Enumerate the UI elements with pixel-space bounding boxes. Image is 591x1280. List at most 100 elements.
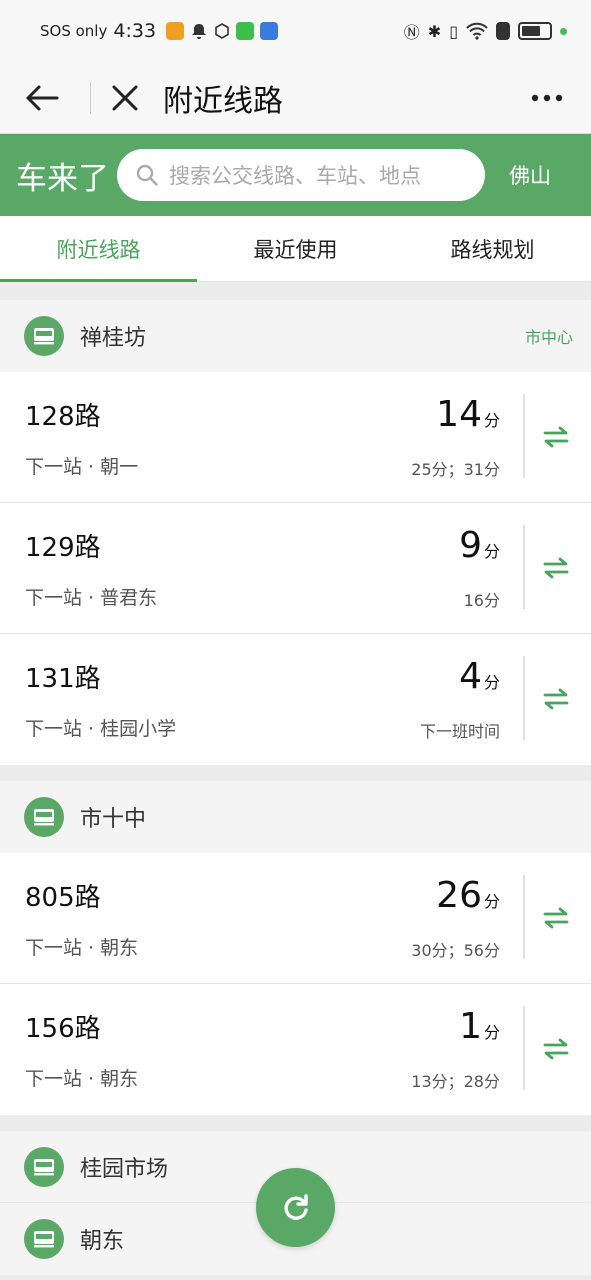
eta-unit: 分 [483, 673, 500, 692]
route-divider [523, 875, 525, 959]
switch-direction-button[interactable] [541, 422, 571, 452]
page-title: 附近线路 [163, 83, 283, 119]
route-row[interactable]: 805路 下一站 · 朝东 26 分 30分；56分 [0, 853, 591, 984]
route-row[interactable]: 156路 下一站 · 朝东 1 分 13分；28分 [0, 984, 591, 1115]
bird-app-icon [260, 22, 279, 40]
route-following-eta: 16分 [463, 591, 500, 610]
bus-stop-icon [24, 1146, 64, 1187]
vibrate-icon: ▯ [449, 21, 458, 41]
city-selector[interactable]: 佛山 [509, 160, 551, 190]
search-icon [136, 164, 158, 186]
eta-value: 4 [459, 656, 482, 697]
route-next-stop: 下一站 · 普君东 [25, 587, 158, 609]
battery-icon [518, 22, 552, 40]
back-button[interactable] [22, 78, 62, 118]
stop-name: 朝东 [80, 1229, 125, 1254]
active-dot-icon [560, 27, 567, 35]
route-next-stop: 下一站 · 桂园小学 [25, 718, 177, 740]
route-next-stop: 下一站 · 朝东 [25, 937, 139, 959]
route-next-stop: 下一站 · 朝东 [25, 1068, 139, 1090]
route-name: 156路 [25, 1014, 101, 1044]
refresh-icon [284, 1193, 308, 1220]
route-divider [523, 394, 525, 478]
route-next-stop: 下一站 · 朝一 [25, 456, 139, 478]
route-following-eta: 30分；56分 [411, 941, 500, 960]
route-eta: 14 分 [436, 394, 500, 435]
tab-bar: 附近线路 最近使用 路线规划 [0, 216, 591, 282]
route-following-eta: 下一班时间 [419, 722, 500, 741]
eta-value: 9 [459, 525, 482, 566]
eta-value: 14 [436, 394, 482, 435]
swap-arrows-icon [543, 1038, 569, 1060]
route-divider [523, 656, 525, 740]
tab-recent[interactable]: 最近使用 [197, 216, 394, 281]
route-name: 128路 [25, 402, 101, 432]
nfc-icon: Ⓝ [403, 23, 420, 42]
stop-area-tag: 市中心 [524, 328, 573, 347]
route-eta: 4 分 [459, 656, 500, 697]
switch-direction-button[interactable] [541, 553, 571, 583]
swap-arrows-icon [543, 907, 569, 929]
switch-direction-button[interactable] [541, 684, 571, 714]
route-eta: 26 分 [436, 875, 500, 916]
more-dots-icon [531, 94, 563, 101]
swap-arrows-icon [543, 426, 569, 448]
stop-name: 桂园市场 [80, 1156, 169, 1182]
section-gap [0, 765, 591, 781]
route-row[interactable]: 129路 下一站 · 普君东 9 分 16分 [0, 503, 591, 634]
wallet-notification-icon [166, 22, 185, 40]
route-eta: 9 分 [459, 525, 500, 566]
stop-header[interactable]: 市十中 [0, 781, 591, 853]
eta-unit: 分 [483, 1023, 500, 1042]
route-name: 805路 [25, 883, 101, 913]
route-name: 129路 [25, 533, 101, 563]
search-input[interactable]: 搜索公交线路、车站、地点 [117, 149, 485, 201]
stop-header[interactable]: 禅桂坊 市中心 [0, 300, 591, 372]
arrow-left-icon [26, 85, 59, 110]
status-time: 4:33 [113, 20, 157, 42]
wifi-icon [466, 22, 488, 40]
eta-unit: 分 [483, 892, 500, 911]
bluetooth-icon: ✱ [427, 21, 442, 41]
stop-list: 禅桂坊 市中心 128路 下一站 · 朝一 14 分 25分；31分 129路 … [0, 300, 591, 1275]
close-icon [112, 85, 138, 110]
stop-name: 市十中 [80, 807, 147, 832]
nav-bar: 附近线路 [0, 62, 591, 134]
bus-stop-icon [24, 1219, 64, 1259]
switch-direction-button[interactable] [541, 903, 571, 933]
bus-stop-icon [24, 316, 64, 356]
bus-stop-icon [24, 797, 64, 837]
eta-unit: 分 [483, 411, 500, 430]
cube-icon [215, 23, 229, 39]
route-following-eta: 25分；31分 [411, 460, 500, 479]
search-placeholder: 搜索公交线路、车站、地点 [169, 164, 421, 188]
route-following-eta: 13分；28分 [411, 1072, 500, 1091]
chat-app-icon [236, 22, 255, 40]
route-eta: 1 分 [459, 1006, 500, 1047]
alert-icon [496, 22, 510, 40]
bell-icon [192, 24, 207, 39]
switch-direction-button[interactable] [541, 1034, 571, 1064]
brand-logo: 车来了 [16, 160, 109, 197]
eta-value: 26 [436, 875, 482, 916]
swap-arrows-icon [543, 557, 569, 579]
sos-text: SOS only [40, 22, 108, 40]
more-button[interactable] [527, 78, 567, 118]
tab-route-planning[interactable]: 路线规划 [394, 216, 591, 281]
tab-nearby-routes[interactable]: 附近线路 [0, 216, 197, 282]
stop-name: 禅桂坊 [80, 326, 147, 351]
route-divider [523, 1006, 525, 1090]
route-row[interactable]: 131路 下一站 · 桂园小学 4 分 下一班时间 [0, 634, 591, 765]
section-gap [0, 1115, 591, 1131]
eta-value: 1 [459, 1006, 482, 1047]
refresh-button[interactable] [256, 1168, 335, 1247]
status-bar: SOS only 4:33 Ⓝ ✱ ▯ [0, 0, 591, 62]
route-divider [523, 525, 525, 609]
swap-arrows-icon [543, 688, 569, 710]
route-name: 131路 [25, 664, 101, 694]
search-header: 车来了 搜索公交线路、车站、地点 佛山 [0, 134, 591, 216]
close-button[interactable] [105, 78, 145, 118]
eta-unit: 分 [483, 542, 500, 561]
nav-separator [90, 81, 91, 114]
route-row[interactable]: 128路 下一站 · 朝一 14 分 25分；31分 [0, 372, 591, 503]
